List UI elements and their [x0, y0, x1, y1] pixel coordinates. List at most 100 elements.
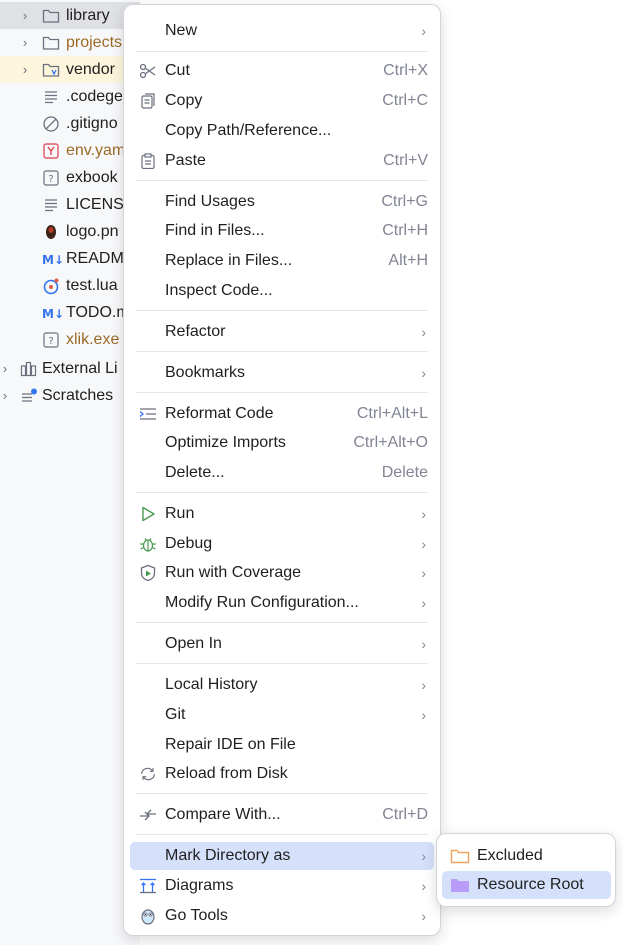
menu-item-git[interactable]: Git › [130, 701, 434, 729]
tree-item-projects[interactable]: › projects [0, 29, 140, 56]
menu-item-bookmarks[interactable]: Bookmarks › [130, 359, 434, 387]
menu-item-cut[interactable]: Cut Ctrl+X [130, 57, 434, 85]
menu-item-replace-in-files[interactable]: Replace in Files... Alt+H [130, 247, 434, 275]
library-icon [20, 360, 38, 378]
shortcut-text: Ctrl+D [382, 806, 428, 823]
tree-item-library[interactable]: › library [0, 2, 140, 29]
menu-item-label: Mark Directory as [165, 847, 291, 864]
menu-item-delete[interactable]: Delete... Delete [130, 459, 434, 487]
vendor-folder-icon [42, 61, 60, 79]
chevron-right-icon: › [421, 23, 426, 39]
shortcut-text: Delete [381, 464, 428, 481]
menu-item-copy-path[interactable]: Copy Path/Reference... [130, 117, 434, 145]
reformat-icon [139, 405, 157, 423]
run-icon [139, 505, 157, 523]
chevron-right-icon: › [421, 595, 426, 611]
tree-item-label: env.yam [66, 141, 126, 159]
menu-item-debug[interactable]: Debug › [130, 530, 434, 558]
chevron-right-icon: › [421, 908, 426, 924]
tree-item-gitignore[interactable]: .gitigno [0, 110, 140, 137]
menu-item-reformat-code[interactable]: Reformat Code Ctrl+Alt+L [130, 400, 434, 428]
menu-item-label: Run with Coverage [165, 564, 302, 581]
menu-item-label: Run [165, 505, 195, 522]
menu-separator [136, 793, 428, 794]
tree-item-exbook[interactable]: ? exbook [0, 164, 140, 191]
submenu-item-resource-root[interactable]: Resource Root [442, 871, 611, 899]
submenu-item-label: Excluded [477, 847, 543, 864]
menu-separator [136, 492, 428, 493]
menu-item-local-history[interactable]: Local History › [130, 671, 434, 699]
chevron-right-icon[interactable]: › [0, 388, 12, 403]
tree-item-external-libraries[interactable]: › External Li [0, 355, 140, 382]
menu-separator [136, 351, 428, 352]
menu-item-reload-disk[interactable]: Reload from Disk [130, 760, 434, 788]
yaml-file-icon [42, 142, 60, 160]
tree-item-xlik-exe[interactable]: ? xlik.exe [0, 326, 140, 353]
menu-item-label: Copy [165, 92, 203, 109]
copy-icon [139, 92, 157, 110]
menu-item-label: Find in Files... [165, 222, 265, 239]
chevron-right-icon: › [421, 848, 426, 864]
tree-item-logo[interactable]: logo.pn [0, 218, 140, 245]
shortcut-text: Ctrl+G [381, 193, 428, 210]
markdown-file-icon: M↓ [42, 250, 64, 268]
tree-item-todo[interactable]: M↓ TODO.m [0, 299, 140, 326]
menu-item-diagrams[interactable]: Diagrams › [130, 872, 434, 900]
compare-icon [139, 806, 157, 824]
tree-item-vendor[interactable]: › vendor [0, 56, 140, 83]
menu-item-new[interactable]: New › [130, 17, 434, 45]
chevron-right-icon: › [421, 677, 426, 693]
menu-item-modify-run[interactable]: Modify Run Configuration... › [130, 589, 434, 617]
tree-item-scratches[interactable]: › Scratches [0, 382, 140, 409]
chevron-right-icon[interactable]: › [18, 62, 32, 77]
submenu-item-excluded[interactable]: Excluded [442, 842, 611, 870]
tree-item-label: xlik.exe [66, 330, 120, 348]
submenu-item-label: Resource Root [477, 876, 584, 893]
paste-icon [139, 152, 157, 170]
menu-separator [136, 834, 428, 835]
svg-text:?: ? [48, 174, 53, 185]
menu-item-copy[interactable]: Copy Ctrl+C [130, 87, 434, 115]
menu-item-find-usages[interactable]: Find Usages Ctrl+G [130, 188, 434, 216]
folder-icon [42, 7, 60, 25]
menu-item-go-tools[interactable]: Go Tools › [130, 902, 434, 930]
menu-item-mark-directory[interactable]: Mark Directory as › [130, 842, 434, 870]
tree-item-test-lua[interactable]: test.lua [0, 272, 140, 299]
menu-item-label: Compare With... [165, 806, 281, 823]
menu-item-label: Git [165, 706, 186, 723]
tree-item-license[interactable]: LICENS [0, 191, 140, 218]
menu-item-label: Go Tools [165, 907, 228, 924]
menu-item-repair-ide[interactable]: Repair IDE on File [130, 731, 434, 759]
menu-separator [136, 392, 428, 393]
menu-item-label: New [165, 22, 198, 39]
tree-item-env-yaml[interactable]: env.yam [0, 137, 140, 164]
menu-item-label: Inspect Code... [165, 282, 273, 299]
tree-item-label: vendor [66, 60, 115, 78]
menu-item-paste[interactable]: Paste Ctrl+V [130, 147, 434, 175]
tree-item-label: projects [66, 33, 123, 51]
menu-item-run[interactable]: Run › [130, 500, 434, 528]
tree-item-codege[interactable]: .codege [0, 83, 140, 110]
shortcut-text: Ctrl+V [383, 152, 428, 169]
context-menu: New › Cut Ctrl+X Copy Ctrl+C Copy Path/R… [123, 4, 441, 936]
markdown-file-icon: M↓ [42, 304, 64, 322]
menu-item-label: Diagrams [165, 877, 234, 894]
chevron-right-icon: › [421, 565, 426, 581]
scratches-icon [20, 387, 38, 405]
menu-item-compare-with[interactable]: Compare With... Ctrl+D [130, 801, 434, 829]
menu-item-optimize-imports[interactable]: Optimize Imports Ctrl+Alt+O [130, 429, 434, 457]
menu-item-refactor[interactable]: Refactor › [130, 318, 434, 346]
tree-item-readme[interactable]: M↓ READM [0, 245, 140, 272]
chevron-right-icon[interactable]: › [0, 361, 12, 376]
shortcut-text: Ctrl+X [383, 62, 428, 79]
menu-item-find-in-files[interactable]: Find in Files... Ctrl+H [130, 217, 434, 245]
menu-item-inspect-code[interactable]: Inspect Code... [130, 277, 434, 305]
tree-item-label: library [66, 6, 110, 24]
tree-item-label: exbook [66, 168, 118, 186]
menu-item-label: Paste [165, 152, 206, 169]
chevron-right-icon[interactable]: › [18, 8, 32, 23]
menu-item-open-in[interactable]: Open In › [130, 630, 434, 658]
menu-item-run-coverage[interactable]: Run with Coverage › [130, 559, 434, 587]
coverage-icon [139, 564, 157, 582]
chevron-right-icon[interactable]: › [18, 35, 32, 50]
